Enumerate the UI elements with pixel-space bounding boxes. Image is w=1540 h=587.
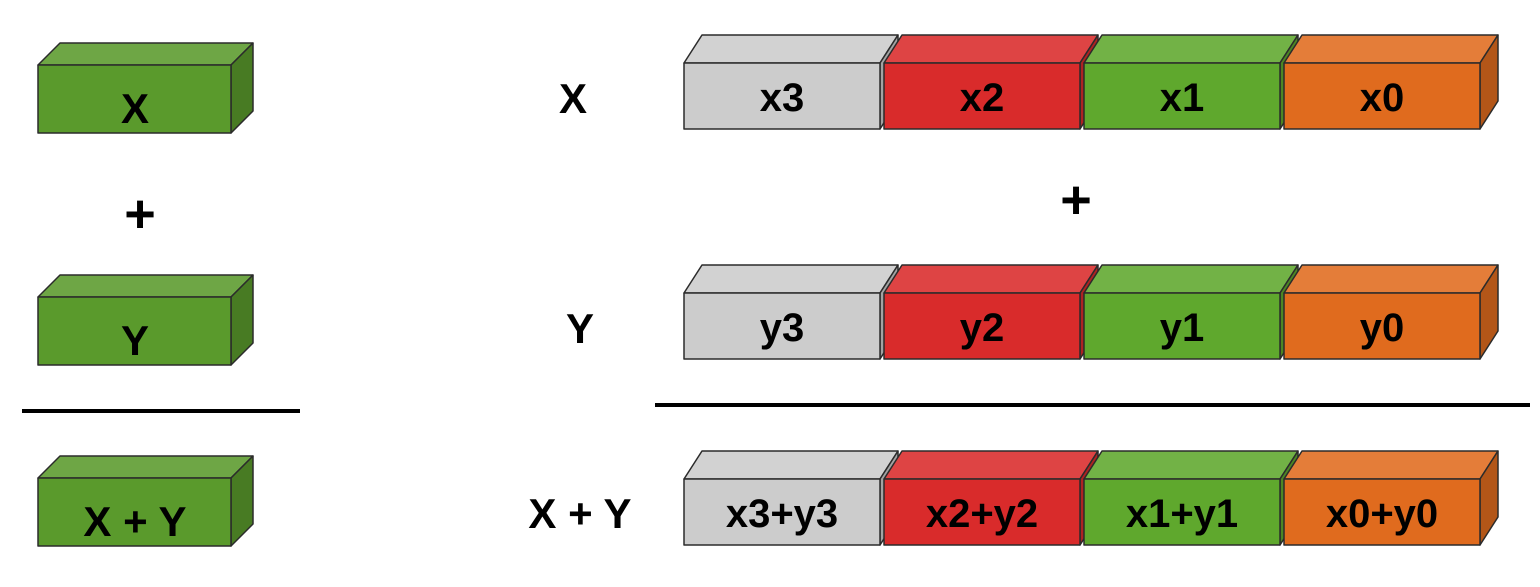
scalar-box-result-top-face (37, 455, 254, 479)
vector-result-lane-3-top-face (1283, 450, 1499, 480)
vector-y-lane-3-label: y0 (1360, 306, 1405, 350)
diagram-canvas: X + Y X + Y X x3 x2 x1 x0 + Y y3 y2 y1 y0 X + … (22, 34, 1530, 547)
vector-x-lane-1-label: x2 (960, 76, 1005, 120)
vector-y-lane-2-top-face (1083, 264, 1299, 294)
simd-addition-diagram: X + Y X + Y X x3 x2 x1 x0 + Y y3 y2 y1 y0 X + … (0, 0, 1540, 582)
vector-result-lane-1-top-face (883, 450, 1099, 480)
vector-row-y: y3 y2 y1 y0 (683, 264, 1499, 360)
vector-result-lane-2-top-face (1083, 450, 1299, 480)
vector-result-lane-0-label: x3+y3 (726, 492, 838, 536)
vector-result-lane-2-label: x1+y1 (1126, 492, 1238, 536)
vector-x-lane-2-top-face (1083, 34, 1299, 64)
vector-x-lane-1-top-face (883, 34, 1099, 64)
vector-x-lane-3-label: x0 (1360, 76, 1405, 120)
vector-y-lane-0-top-face (683, 264, 899, 294)
vector-row-x: x3 x2 x1 x0 (683, 34, 1499, 130)
vector-result-lane-3-label: x0+y0 (1326, 492, 1438, 536)
scalar-block-result-label: X + Y (83, 498, 186, 545)
vector-x-lane-0-label: x3 (760, 76, 805, 120)
vector-plus-sign: + (1060, 170, 1092, 230)
vector-row-result: x3+y3 x2+y2 x1+y1 x0+y0 (683, 450, 1499, 546)
vector-y-lane-1-label: y2 (960, 306, 1005, 350)
vector-row-x-label: X (559, 75, 587, 122)
vector-y-lane-2-label: y1 (1160, 306, 1205, 350)
vector-y-lane-1-top-face (883, 264, 1099, 294)
scalar-box-x-top-face (37, 42, 254, 66)
vector-x-lane-0-top-face (683, 34, 899, 64)
vector-row-result-label: X + Y (528, 490, 631, 537)
scalar-block-y-label: Y (121, 317, 149, 364)
scalar-box-y-top-face (37, 274, 254, 298)
vector-row-y-label: Y (566, 305, 594, 352)
vector-result-lane-0-top-face (683, 450, 899, 480)
vector-result-lane-1-label: x2+y2 (926, 492, 1038, 536)
vector-y-lane-3-top-face (1283, 264, 1499, 294)
scalar-plus-sign: + (124, 184, 156, 244)
vector-y-lane-0-label: y3 (760, 306, 805, 350)
vector-x-lane-3-top-face (1283, 34, 1499, 64)
vector-x-lane-2-label: x1 (1160, 76, 1205, 120)
scalar-block-x-label: X (121, 85, 149, 132)
